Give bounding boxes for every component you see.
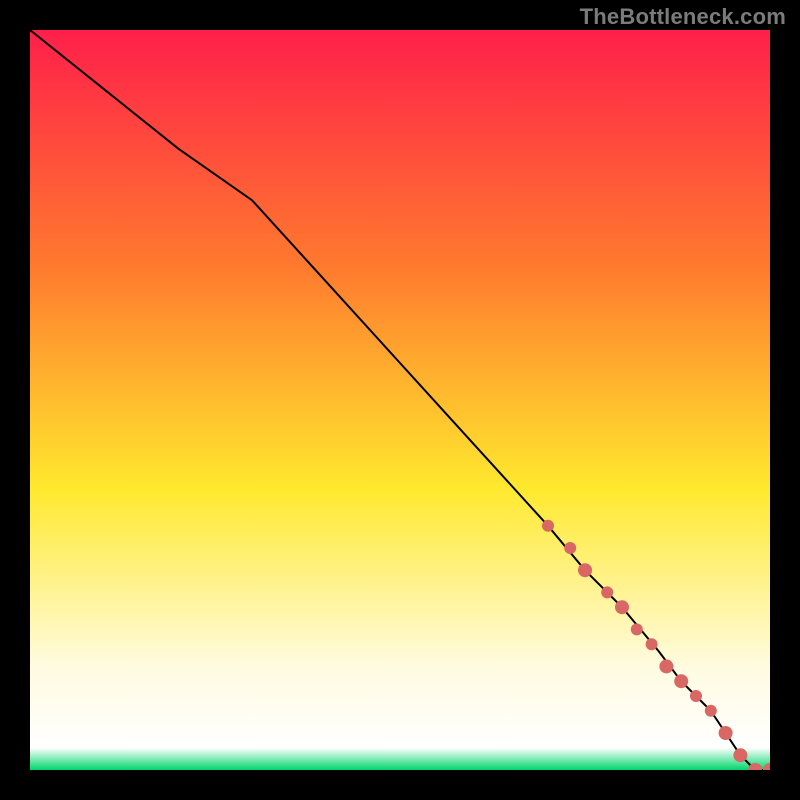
marker-point (719, 726, 733, 740)
watermark-text: TheBottleneck.com (580, 4, 786, 30)
marker-point (659, 659, 673, 673)
marker-point (615, 600, 629, 614)
marker-point (690, 690, 702, 702)
marker-point (542, 520, 554, 532)
marker-point (578, 563, 592, 577)
chart-stage: TheBottleneck.com (0, 0, 800, 800)
gradient-background (30, 30, 770, 770)
marker-point (646, 638, 658, 650)
marker-point (631, 623, 643, 635)
marker-point (705, 705, 717, 717)
marker-point (601, 586, 613, 598)
marker-point (674, 674, 688, 688)
marker-point (564, 542, 576, 554)
marker-point (733, 748, 747, 762)
chart-svg (30, 30, 770, 770)
